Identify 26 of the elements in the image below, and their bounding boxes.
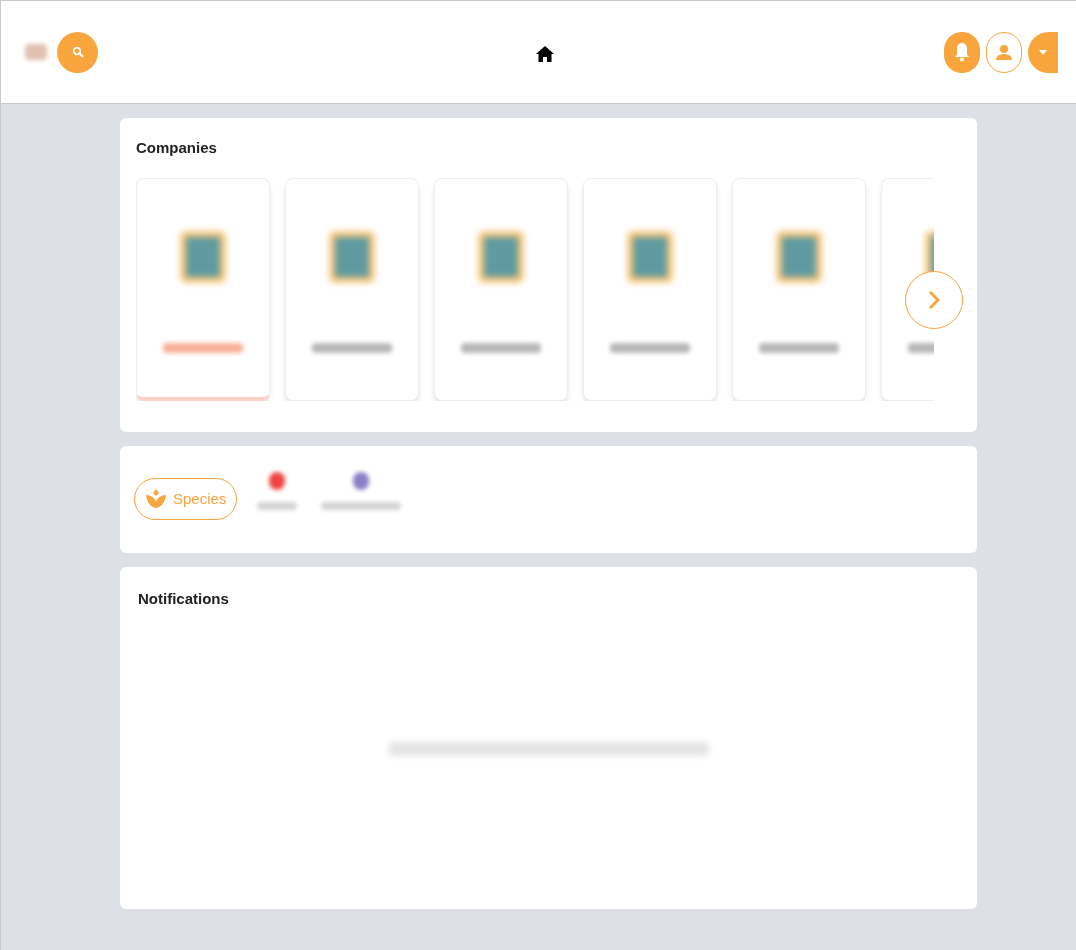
logo-icon [25, 44, 47, 60]
search-button[interactable] [57, 31, 98, 73]
section-title: Companies [136, 138, 218, 158]
blurred-label [257, 502, 298, 510]
company-card[interactable] [732, 178, 866, 401]
search-icon [71, 46, 84, 58]
section-title: Notifications [138, 589, 230, 609]
menu-dropdown-button[interactable] [1028, 31, 1058, 73]
company-card[interactable] [434, 178, 568, 401]
sprout-icon [145, 489, 167, 509]
company-logo [329, 231, 375, 283]
company-logo [627, 231, 673, 283]
company-card[interactable] [583, 178, 717, 401]
user-icon [995, 44, 1013, 60]
caret-icon [1039, 49, 1047, 55]
chevron-right-icon [928, 290, 940, 310]
home-button[interactable] [535, 45, 555, 63]
company-card[interactable] [285, 178, 419, 401]
bell-icon [954, 42, 970, 62]
profile-button[interactable] [986, 31, 1022, 73]
home-icon [536, 46, 554, 62]
company-logo [478, 231, 524, 283]
company-card[interactable] [136, 178, 270, 401]
company-logo [180, 231, 226, 283]
company-logo [776, 231, 822, 283]
notifications-button[interactable] [944, 31, 980, 73]
